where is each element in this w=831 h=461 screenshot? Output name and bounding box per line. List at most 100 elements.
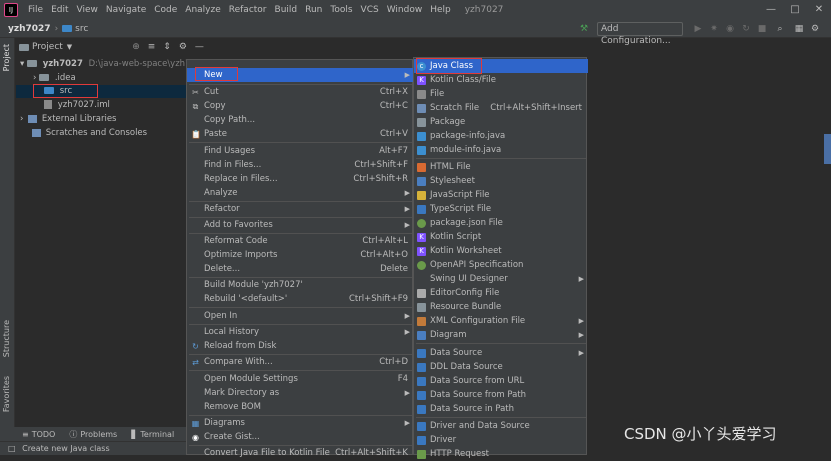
menu-file[interactable]: File — [24, 5, 47, 15]
menu-item-find-in-files[interactable]: Find in Files... Ctrl+Shift+F — [187, 158, 414, 172]
submenu-item-resource-bundle[interactable]: Resource Bundle — [414, 300, 588, 314]
tab-todo[interactable]: TODO — [32, 430, 56, 439]
menu-view[interactable]: View — [73, 5, 102, 15]
menu-item-mark-directory[interactable]: Mark Directory as ▶ — [187, 386, 414, 400]
gear-icon[interactable]: ⚙ — [179, 42, 187, 52]
tree-item-scratches[interactable]: Scratches and Consoles — [32, 128, 147, 138]
submenu-item-xml-config[interactable]: XML Configuration File ▶ — [414, 314, 588, 328]
menu-item-find-usages[interactable]: Find Usages Alt+F7 — [187, 144, 414, 158]
breadcrumb-folder[interactable]: src — [75, 24, 88, 34]
expand-all-icon[interactable]: ⇕ — [163, 42, 171, 52]
menu-item-replace-in-files[interactable]: Replace in Files... Ctrl+Shift+R — [187, 172, 414, 186]
collapse-all-icon[interactable]: ≡ — [148, 42, 156, 52]
tab-terminal[interactable]: Terminal — [140, 430, 174, 439]
menu-item-delete[interactable]: Delete... Delete — [187, 262, 414, 276]
submenu-item-driver[interactable]: Driver — [414, 433, 588, 447]
submenu-item-module-info[interactable]: module-info.java — [414, 143, 588, 157]
menu-item-diagrams[interactable]: ▦ Diagrams ▶ — [187, 416, 414, 430]
submenu-item-file[interactable]: File — [414, 87, 588, 101]
menu-build[interactable]: Build — [271, 5, 302, 15]
menu-item-create-gist[interactable]: ◉ Create Gist... — [187, 430, 414, 444]
submenu-item-http-request[interactable]: HTTP Request — [414, 447, 588, 461]
menu-navigate[interactable]: Navigate — [102, 5, 150, 15]
menu-item-optimize-imports[interactable]: Optimize Imports Ctrl+Alt+O — [187, 248, 414, 262]
menu-item-open-module-settings[interactable]: Open Module Settings F4 — [187, 372, 414, 386]
tab-structure[interactable]: Structure — [2, 320, 11, 357]
tree-item-external-libraries[interactable]: › External Libraries — [20, 114, 117, 124]
menu-item-build-module[interactable]: Build Module 'yzh7027' — [187, 278, 414, 292]
menu-item-compare[interactable]: ⇄ Compare With... Ctrl+D — [187, 355, 414, 369]
menu-refactor[interactable]: Refactor — [225, 5, 271, 15]
menu-item-add-to-favorites[interactable]: Add to Favorites ▶ — [187, 218, 414, 232]
menu-run[interactable]: Run — [301, 5, 326, 15]
submenu-item-data-source[interactable]: Data Source ▶ — [414, 346, 588, 360]
submenu-item-kotlin-class[interactable]: K Kotlin Class/File — [414, 73, 588, 87]
submenu-item-diagram[interactable]: Diagram ▶ — [414, 328, 588, 342]
menu-item-open-in[interactable]: Open In ▶ — [187, 309, 414, 323]
stop-icon[interactable]: ■ — [756, 23, 768, 35]
menu-edit[interactable]: Edit — [47, 5, 72, 15]
submenu-item-scratch[interactable]: Scratch File Ctrl+Alt+Shift+Insert — [414, 101, 588, 115]
submenu-item-ds-url[interactable]: Data Source from URL — [414, 374, 588, 388]
minimize-icon[interactable]: — — [759, 0, 783, 20]
submenu-item-kotlin-worksheet[interactable]: K Kotlin Worksheet — [414, 244, 588, 258]
breadcrumb-project[interactable]: yzh7027 — [8, 24, 51, 34]
menu-code[interactable]: Code — [150, 5, 181, 15]
chevron-down-icon[interactable]: ▾ — [20, 59, 24, 69]
menu-item-convert-kotlin[interactable]: Convert Java File to Kotlin File Ctrl+Alt… — [187, 446, 414, 460]
run-icon[interactable]: ▶ — [692, 23, 704, 35]
add-configuration-button[interactable]: Add Configuration... — [597, 22, 683, 46]
settings-icon[interactable]: ⚙ — [809, 23, 821, 35]
submenu-item-package[interactable]: Package — [414, 115, 588, 129]
submenu-item-stylesheet[interactable]: Stylesheet — [414, 174, 588, 188]
close-icon[interactable]: ✕ — [807, 0, 831, 20]
submenu-item-driver-ds[interactable]: Driver and Data Source — [414, 419, 588, 433]
submenu-item-ds-path[interactable]: Data Source from Path — [414, 388, 588, 402]
chevron-down-icon[interactable]: ▼ — [67, 43, 72, 51]
hide-icon[interactable]: — — [195, 42, 204, 52]
tab-project[interactable]: Project — [2, 44, 11, 71]
submenu-item-package-json[interactable]: package.json File — [414, 216, 588, 230]
menu-item-reload[interactable]: ↻ Reload from Disk — [187, 339, 414, 353]
tab-favorites[interactable]: Favorites — [2, 376, 11, 412]
tree-root[interactable]: ▾ yzh7027 D:\java-web-space\yzh7027 — [20, 59, 207, 69]
submenu-item-html[interactable]: HTML File — [414, 160, 588, 174]
menu-item-copy-path[interactable]: Copy Path... — [187, 113, 414, 127]
menu-tools[interactable]: Tools — [326, 5, 356, 15]
menu-item-refactor[interactable]: Refactor ▶ — [187, 202, 414, 216]
coverage-icon[interactable]: ◉ — [724, 23, 736, 35]
chevron-right-icon[interactable]: › — [33, 73, 36, 83]
profile-icon[interactable]: ↻ — [740, 23, 752, 35]
submenu-item-ddl-data-source[interactable]: DDL Data Source — [414, 360, 588, 374]
submenu-item-openapi[interactable]: OpenAPI Specification — [414, 258, 588, 272]
menu-window[interactable]: Window — [383, 5, 427, 15]
chevron-right-icon[interactable]: › — [20, 114, 23, 124]
submenu-item-typescript[interactable]: TypeScript File — [414, 202, 588, 216]
tab-problems[interactable]: Problems — [80, 430, 117, 439]
submenu-item-kotlin-script[interactable]: K Kotlin Script — [414, 230, 588, 244]
menu-item-reformat[interactable]: Reformat Code Ctrl+Alt+L — [187, 234, 414, 248]
menu-analyze[interactable]: Analyze — [181, 5, 224, 15]
submenu-item-javascript[interactable]: JavaScript File — [414, 188, 588, 202]
project-panel-title[interactable]: Project — [32, 42, 63, 52]
debug-icon[interactable]: ✷ — [708, 23, 720, 35]
project-structure-icon[interactable]: ▦ — [793, 23, 805, 35]
menu-item-paste[interactable]: 📋 Paste Ctrl+V — [187, 127, 414, 141]
menu-item-local-history[interactable]: Local History ▶ — [187, 325, 414, 339]
submenu-item-package-info[interactable]: package-info.java — [414, 129, 588, 143]
menu-item-rebuild[interactable]: Rebuild '<default>' Ctrl+Shift+F9 — [187, 292, 414, 306]
search-icon[interactable]: ⌕ — [774, 23, 786, 35]
tree-item-iml[interactable]: yzh7027.iml — [44, 100, 110, 110]
submenu-item-editorconfig[interactable]: EditorConfig File — [414, 286, 588, 300]
menu-vcs[interactable]: VCS — [357, 5, 383, 15]
submenu-item-ds-in-path[interactable]: Data Source in Path — [414, 402, 588, 416]
tree-item-idea[interactable]: › .idea — [33, 73, 76, 83]
menu-item-analyze[interactable]: Analyze ▶ — [187, 186, 414, 200]
menu-help[interactable]: Help — [426, 5, 455, 15]
hammer-icon[interactable]: ⚒ — [578, 23, 590, 35]
menu-item-cut[interactable]: ✂ Cut Ctrl+X — [187, 85, 414, 99]
locate-icon[interactable]: ⊕ — [132, 42, 140, 52]
menu-item-copy[interactable]: ⧉ Copy Ctrl+C — [187, 99, 414, 113]
maximize-icon[interactable]: □ — [783, 0, 807, 20]
submenu-item-swing[interactable]: Swing UI Designer ▶ — [414, 272, 588, 286]
